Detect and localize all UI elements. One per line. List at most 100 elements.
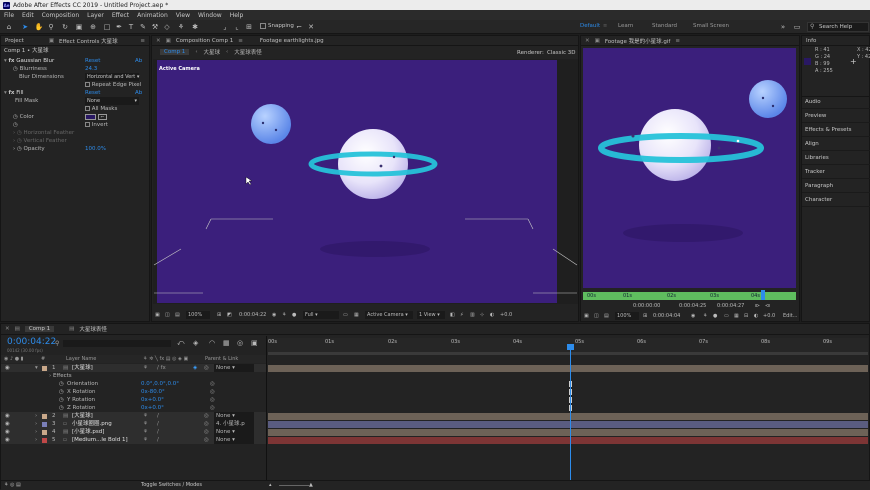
region-of-interest-icon[interactable]: ▭ <box>724 312 729 320</box>
workspace-learn[interactable]: Learn <box>618 23 633 29</box>
timeline-icon[interactable]: ▥ <box>470 311 475 319</box>
pickwhip-icon[interactable]: ◎ <box>210 396 215 404</box>
eye-icon[interactable]: ◉ <box>5 412 10 420</box>
motion-blur-icon[interactable]: ◎ <box>237 339 243 347</box>
transparency-grid-icon[interactable]: ▦ <box>734 312 739 320</box>
timeline-playhead[interactable] <box>570 344 571 484</box>
frame-blending-icon[interactable]: ▦ <box>223 339 230 347</box>
close-icon[interactable]: ✕ <box>585 38 590 44</box>
stopwatch-icon[interactable]: ◷ <box>13 66 18 72</box>
footage-canvas[interactable] <box>583 48 796 288</box>
close-icon[interactable]: ✕ <box>156 38 161 44</box>
timeline-zoom-slider[interactable] <box>279 485 309 486</box>
workspace-small-screen[interactable]: Small Screen <box>693 23 729 29</box>
blurriness-value[interactable]: 24.3 <box>85 65 97 73</box>
repeat-edge-checkbox-row[interactable]: Repeat Edge Pixel <box>85 81 141 89</box>
panel-menu-icon[interactable]: ≡ <box>140 38 145 44</box>
layer-row-1[interactable]: ◉ ▾ 1 ▤ [大星球] ⚘ / fx ◈ ◎ None ▾ <box>1 364 267 372</box>
panel-tracker[interactable]: Tracker <box>802 166 870 179</box>
tab-footage[interactable]: Footage 我是的小星球.gif <box>605 37 671 45</box>
panel-menu-icon[interactable]: ≡ <box>675 38 680 44</box>
menu-layer[interactable]: Layer <box>87 12 104 19</box>
lock-icon[interactable]: ▣ <box>595 38 600 44</box>
playhead-handle[interactable] <box>567 344 574 350</box>
grid-icon[interactable]: ⊞ <box>217 311 221 319</box>
layer-label-color[interactable] <box>42 430 47 435</box>
zoom-out-icon[interactable]: ▴ <box>269 481 272 489</box>
stopwatch-icon[interactable]: ◷ <box>59 396 64 404</box>
clone-stamp-tool-icon[interactable]: ⚒ <box>150 22 160 32</box>
layer-row-3[interactable]: ◉ › 3 ▫ 小星球圈圈.png ⚘ / ◎ 4. 小星球.p <box>1 420 267 428</box>
menu-animation[interactable]: Animation <box>137 12 168 19</box>
selection-tool-icon[interactable]: ➤ <box>20 22 30 32</box>
eye-icon[interactable]: ◉ <box>5 428 10 436</box>
camera-tool-icon[interactable]: ▣ <box>74 22 84 32</box>
workspace-default[interactable]: Default <box>580 23 600 29</box>
pickwhip-icon[interactable]: ◎ <box>210 404 215 412</box>
exposure-icon[interactable]: ◐ <box>754 312 758 320</box>
exposure-value[interactable]: +0.0 <box>500 311 512 319</box>
quality-switch[interactable]: / <box>157 420 159 428</box>
repeat-edge-checkbox[interactable] <box>85 82 90 87</box>
tab-project[interactable]: Project <box>5 38 24 44</box>
puppet-tool-icon[interactable]: ✱ <box>190 22 200 32</box>
current-time-display[interactable]: 0:00:04:22 <box>7 337 56 347</box>
layer-row-4[interactable]: ◉ › 4 ▤ [小星球.psd] ⚘ / ◎ None ▾ <box>1 428 267 436</box>
close-icon[interactable]: ✕ <box>5 326 10 332</box>
comp-canvas-area[interactable]: Active Camera <box>153 59 578 304</box>
graph-editor-icon[interactable]: ▣ <box>251 339 258 347</box>
render-queue-icon[interactable]: ▤ <box>15 326 20 332</box>
timeline-search-field[interactable] <box>63 340 171 347</box>
comp-flowchart-icon[interactable]: ⤺ <box>177 339 184 348</box>
all-masks-checkbox[interactable] <box>85 106 90 111</box>
view-axis-icon[interactable]: ⊞ <box>244 22 254 32</box>
layer-label-color[interactable] <box>42 366 47 371</box>
camera-view-select[interactable]: Active Camera ▾ <box>365 311 413 319</box>
renderer-value[interactable]: Classic 3D <box>547 49 576 57</box>
set-out-icon[interactable]: ⧏ <box>765 302 770 310</box>
eye-icon[interactable]: ◉ <box>5 436 10 444</box>
footer-switch-icons[interactable]: ⚘ ◎ ▤ <box>4 481 21 489</box>
panel-paragraph[interactable]: Paragraph <box>802 180 870 193</box>
flowchart-icon[interactable]: ⊹ <box>480 311 484 319</box>
collapse-icon[interactable]: ⚘ <box>143 364 148 372</box>
footage-zoom-select[interactable]: 100% <box>615 312 639 320</box>
show-snapshot-icon[interactable]: ⚘ <box>703 312 707 320</box>
gaussian-blur-about-link[interactable]: Ab <box>135 57 142 65</box>
breadcrumb-planet-comp[interactable]: 大星球表怪 <box>234 48 262 56</box>
pickwhip-icon[interactable]: ◎ <box>210 388 215 396</box>
panel-audio[interactable]: Audio <box>802 96 870 109</box>
3d-layer-icon[interactable]: ◈ <box>193 364 197 372</box>
menu-window[interactable]: Window <box>198 12 222 19</box>
lock-icon[interactable]: ▣ <box>49 38 54 44</box>
panel-preview[interactable]: Preview <box>802 110 870 123</box>
tab-effect-controls[interactable]: Effect Controls 大星球 <box>59 37 118 45</box>
effects-group-row[interactable]: › Effects <box>1 372 267 380</box>
search-help-field[interactable]: ⚲ Search Help <box>807 22 869 32</box>
color-channel-icon[interactable]: ● <box>292 311 296 319</box>
stopwatch-icon[interactable]: ◷ <box>59 380 64 388</box>
collapse-icon[interactable]: ⚘ <box>143 420 148 428</box>
workspace-standard[interactable]: Standard <box>652 23 677 29</box>
stopwatch-icon[interactable]: ◷ <box>17 146 22 152</box>
blur-dimensions-select[interactable]: Horizontal and Vert ▾ <box>85 73 139 81</box>
comp-timecode[interactable]: 0:00:04:22 <box>239 311 266 319</box>
set-in-icon[interactable]: ⧐ <box>755 302 760 310</box>
layer-row-5[interactable]: ◉ › 5 ▫ [Medium...le Bold 1] ⚘ / ◎ None … <box>1 436 267 444</box>
tab-composition[interactable]: Composition Comp 1 <box>176 38 233 44</box>
layer-name[interactable]: [小星球.psd] <box>72 428 104 436</box>
stopwatch-icon[interactable]: ◷ <box>59 404 64 412</box>
always-preview-icon[interactable]: ▣ <box>584 312 589 320</box>
snap-edges-icon[interactable]: ⌐ <box>294 22 304 32</box>
fill-about-link[interactable]: Ab <box>135 89 142 97</box>
layer-4-track-bar[interactable] <box>268 429 868 436</box>
timeline-tab-comp1[interactable]: Comp 1 <box>24 326 55 332</box>
pen-tool-icon[interactable]: ✒ <box>114 22 124 32</box>
fill-reset-link[interactable]: Reset <box>85 89 100 97</box>
pickwhip-icon[interactable]: ◎ <box>210 380 215 388</box>
layer-label-color[interactable] <box>42 422 47 427</box>
snapping-checkbox[interactable] <box>260 23 266 29</box>
resolution-select[interactable]: Full ▾ <box>303 311 339 319</box>
local-axis-icon[interactable]: ⌟ <box>220 22 230 32</box>
layer-name[interactable]: [大星球] <box>72 364 93 372</box>
